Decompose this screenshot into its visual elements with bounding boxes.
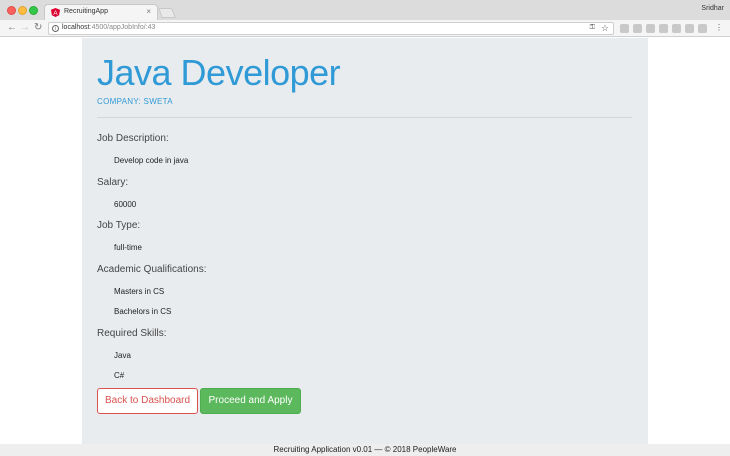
tab-title: RecruitingApp — [64, 8, 108, 15]
extension-icon[interactable] — [633, 24, 642, 33]
reload-icon[interactable]: ↻ — [34, 22, 42, 34]
new-tab-button[interactable] — [158, 8, 176, 18]
section-label-required-skills: Required Skills: — [97, 328, 167, 339]
address-bar[interactable]: i localhost:4500/appJobInfo/:43 ⚿ ☆ — [48, 22, 614, 35]
profile-name[interactable]: Sridhar — [701, 5, 724, 12]
angular-logo-icon: A — [51, 8, 60, 17]
url-text[interactable]: localhost:4500/appJobInfo/:43 — [62, 24, 155, 31]
menu-icon[interactable]: ⋮ — [715, 23, 723, 33]
section-label-academic-qualifications: Academic Qualifications: — [97, 264, 207, 275]
key-icon[interactable]: ⚿ — [590, 24, 595, 32]
extension-icon[interactable] — [698, 24, 707, 33]
url-host: localhost — [62, 24, 90, 31]
window-close-button[interactable] — [7, 6, 16, 15]
extension-icon[interactable] — [620, 24, 629, 33]
window-maximize-button[interactable] — [29, 6, 38, 15]
back-to-dashboard-button[interactable]: Back to Dashboard — [97, 388, 198, 414]
skill-item: Java — [114, 351, 131, 360]
forward-arrow-icon[interactable]: → — [20, 22, 30, 34]
browser-toolbar: ← → ↻ i localhost:4500/appJobInfo/:43 ⚿ … — [0, 20, 730, 37]
info-icon[interactable]: i — [52, 25, 59, 32]
back-arrow-icon[interactable]: ← — [7, 22, 17, 34]
extension-icon[interactable] — [672, 24, 681, 33]
section-label-salary: Salary: — [97, 177, 129, 188]
company-name: COMPANY: SWETA — [97, 97, 173, 106]
extension-icon[interactable] — [646, 24, 655, 33]
salary-value: 60000 — [114, 200, 137, 209]
url-path: :4500/appJobInfo/:43 — [89, 24, 156, 31]
page-footer: Recruiting Application v0.01 — © 2018 Pe… — [0, 444, 730, 456]
window-minimize-button[interactable] — [18, 6, 27, 15]
qualification-item: Bachelors in CS — [114, 307, 172, 316]
extension-icon[interactable] — [685, 24, 694, 33]
divider — [97, 117, 632, 118]
browser-tab-strip: A RecruitingApp × Sridhar — [0, 0, 730, 20]
browser-tab[interactable]: A RecruitingApp × — [44, 4, 158, 20]
extension-icon[interactable] — [659, 24, 668, 33]
job-info-panel: Java Developer COMPANY: SWETA Job Descri… — [82, 38, 648, 444]
job-type-value: full-time — [114, 243, 143, 252]
star-icon[interactable]: ☆ — [601, 23, 609, 34]
tab-close-icon[interactable]: × — [146, 7, 151, 16]
job-title: Java Developer — [97, 52, 341, 93]
job-description-value: Develop code in java — [114, 156, 189, 165]
skill-item: C# — [114, 371, 125, 380]
section-label-job-type: Job Type: — [97, 220, 141, 231]
section-label-job-description: Job Description: — [97, 133, 169, 144]
proceed-and-apply-button[interactable]: Proceed and Apply — [200, 388, 301, 414]
qualification-item: Masters in CS — [114, 287, 165, 296]
